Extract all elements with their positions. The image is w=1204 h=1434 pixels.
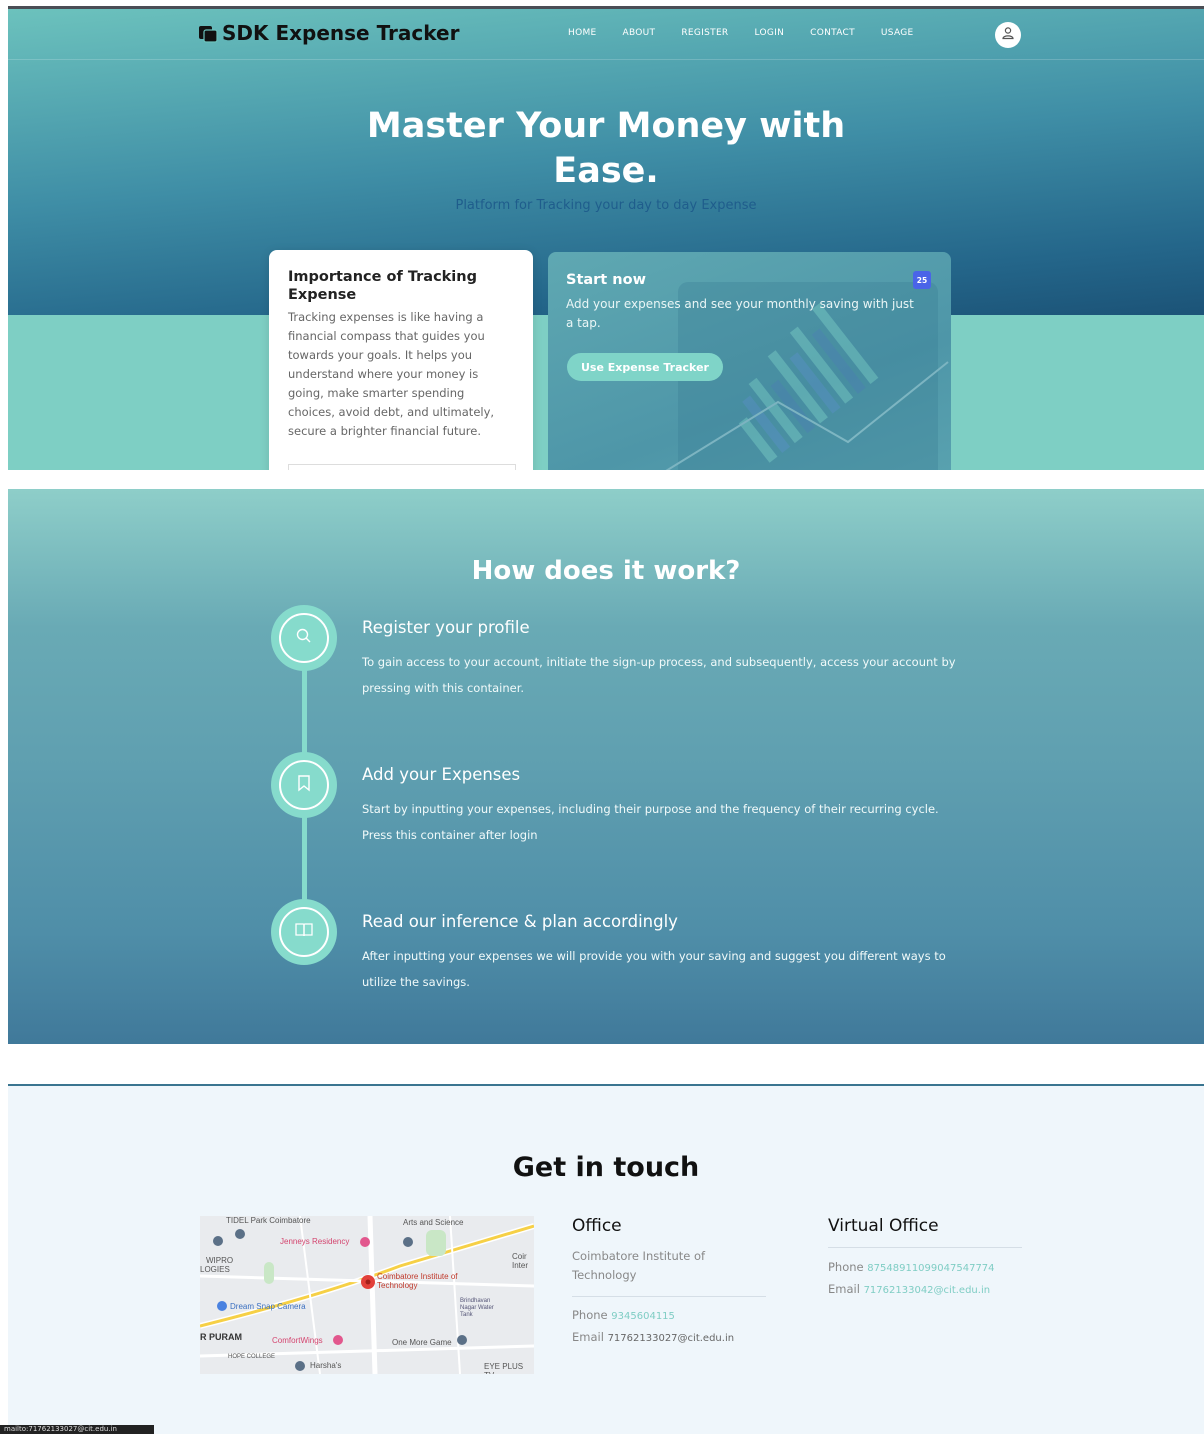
office-divider	[572, 1296, 766, 1297]
main-menu: HOME ABOUT REGISTER LOGIN CONTACT USAGE	[568, 28, 940, 38]
how-it-works-section: How does it work? Register your profile …	[8, 489, 1204, 1044]
step-1-text[interactable]: To gain access to your account, initiate…	[362, 649, 962, 701]
location-map[interactable]: TIDEL Park Coimbatore Arts and Science J…	[200, 1216, 534, 1374]
nav-login[interactable]: LOGIN	[754, 28, 784, 38]
brand-logo[interactable]: SDK Expense Tracker	[198, 21, 459, 45]
navbar: SDK Expense Tracker HOME ABOUT REGISTER …	[8, 9, 1204, 60]
office-address: Coimbatore Institute of Technology	[572, 1249, 706, 1282]
step-3-text[interactable]: After inputting your expenses we will pr…	[362, 943, 962, 995]
step-1-ring	[279, 613, 329, 663]
map-label-onemore: One More Game	[392, 1338, 452, 1347]
how-title: How does it work?	[471, 556, 741, 586]
step-1-title[interactable]: Register your profile	[362, 618, 530, 637]
user-icon	[1001, 26, 1015, 45]
virtual-email-row: Email 71762133042@cit.edu.in	[828, 1280, 990, 1300]
window-icon	[198, 23, 218, 43]
bookmark-icon	[296, 774, 312, 797]
hero-title-line2: Ease.	[553, 151, 659, 191]
brand-name: SDK Expense Tracker	[222, 21, 460, 45]
nav-contact[interactable]: CONTACT	[810, 28, 855, 38]
office-phone-label: Phone	[572, 1308, 608, 1322]
browser-status-bar: mailto:71762133027@cit.edu.in	[0, 1425, 154, 1434]
virtual-phone-link[interactable]: 87548911099047547774	[867, 1263, 994, 1274]
contact-title: Get in touch	[512, 1152, 700, 1183]
importance-title: Importance of Tracking Expense	[288, 269, 477, 303]
map-label-comfort: ComfortWings	[272, 1336, 323, 1345]
calendar-badge-icon: 25	[913, 271, 931, 289]
contact-section: Get in touch TIDEL Park Coimbatore Arts …	[8, 1086, 1204, 1434]
office-heading: Office	[572, 1216, 622, 1236]
hero-section: SDK Expense Tracker HOME ABOUT REGISTER …	[8, 9, 1204, 470]
map-label-brindavan: Brindhavan Nagar Water Tank	[460, 1298, 494, 1318]
map-label-jenneys: Jenneys Residency	[280, 1237, 350, 1246]
search-icon	[295, 627, 313, 650]
nav-home[interactable]: HOME	[568, 28, 597, 38]
map-label-eyeplus: EYE PLUS TV	[484, 1362, 524, 1374]
virtual-phone-row: Phone 87548911099047547774	[828, 1258, 995, 1278]
map-label-coin: Coir Inter	[512, 1252, 529, 1270]
office-phone-row: Phone 9345604115	[572, 1306, 675, 1326]
virtual-phone-label: Phone	[828, 1260, 864, 1274]
office-email-label: Email	[572, 1330, 604, 1344]
map-label-dream: Dream Snap Camera	[230, 1302, 306, 1311]
step-3-ring	[279, 907, 329, 957]
map-graphic	[200, 1216, 534, 1374]
office-email-row: Email 71762133027@cit.edu.in	[572, 1328, 734, 1348]
hero-subtitle: Platform for Tracking your day to day Ex…	[455, 198, 757, 213]
step-1-circle[interactable]	[271, 605, 337, 671]
use-expense-tracker-button[interactable]: Use Expense Tracker	[567, 353, 723, 381]
nav-usage[interactable]: USAGE	[881, 28, 914, 38]
book-icon	[294, 922, 314, 943]
step-3-circle[interactable]	[271, 899, 337, 965]
virtual-office-heading: Virtual Office	[828, 1216, 939, 1236]
hero-title-line1: Master Your Money with	[366, 106, 846, 146]
map-label-harsha: Harsha's	[310, 1361, 342, 1370]
map-label-wipro: WIPRO	[206, 1256, 234, 1265]
map-label-logies: LOGIES	[200, 1265, 230, 1274]
step-2-ring	[279, 760, 329, 810]
step-2-circle[interactable]	[271, 752, 337, 818]
card-image-placeholder	[288, 464, 516, 470]
virtual-email-label: Email	[828, 1282, 860, 1296]
map-label-rpuram: R PURAM	[200, 1332, 242, 1342]
map-label-tidel: TIDEL Park Coimbatore	[226, 1216, 311, 1225]
office-phone-link[interactable]: 9345604115	[611, 1311, 675, 1322]
start-title: Start now	[566, 272, 646, 288]
importance-body: Tracking expenses is like having a finan…	[288, 310, 495, 438]
hero-title: Master Your Money with Ease.	[8, 104, 1204, 194]
map-label-cit: Coimbatore Institute of Technology	[377, 1272, 458, 1290]
step-2-title[interactable]: Add your Expenses	[362, 765, 520, 784]
office-email-link[interactable]: 71762133027@cit.edu.in	[608, 1333, 735, 1344]
start-body: Add your expenses and see your monthly s…	[566, 297, 914, 330]
start-card: Start now Add your expenses and see your…	[548, 252, 951, 470]
map-label-arts: Arts and Science	[403, 1218, 464, 1227]
virtual-office-divider	[828, 1247, 1022, 1248]
user-avatar-button[interactable]	[995, 22, 1021, 48]
virtual-email-link[interactable]: 71762133042@cit.edu.in	[864, 1285, 991, 1296]
map-label-hope: HOPE COLLEGE	[228, 1354, 276, 1360]
step-3-title[interactable]: Read our inference & plan accordingly	[362, 912, 678, 931]
nav-register[interactable]: REGISTER	[681, 28, 728, 38]
step-2-text[interactable]: Start by inputting your expenses, includ…	[362, 796, 962, 848]
nav-about[interactable]: ABOUT	[623, 28, 656, 38]
importance-card: Importance of Tracking Expense Tracking …	[269, 250, 533, 470]
